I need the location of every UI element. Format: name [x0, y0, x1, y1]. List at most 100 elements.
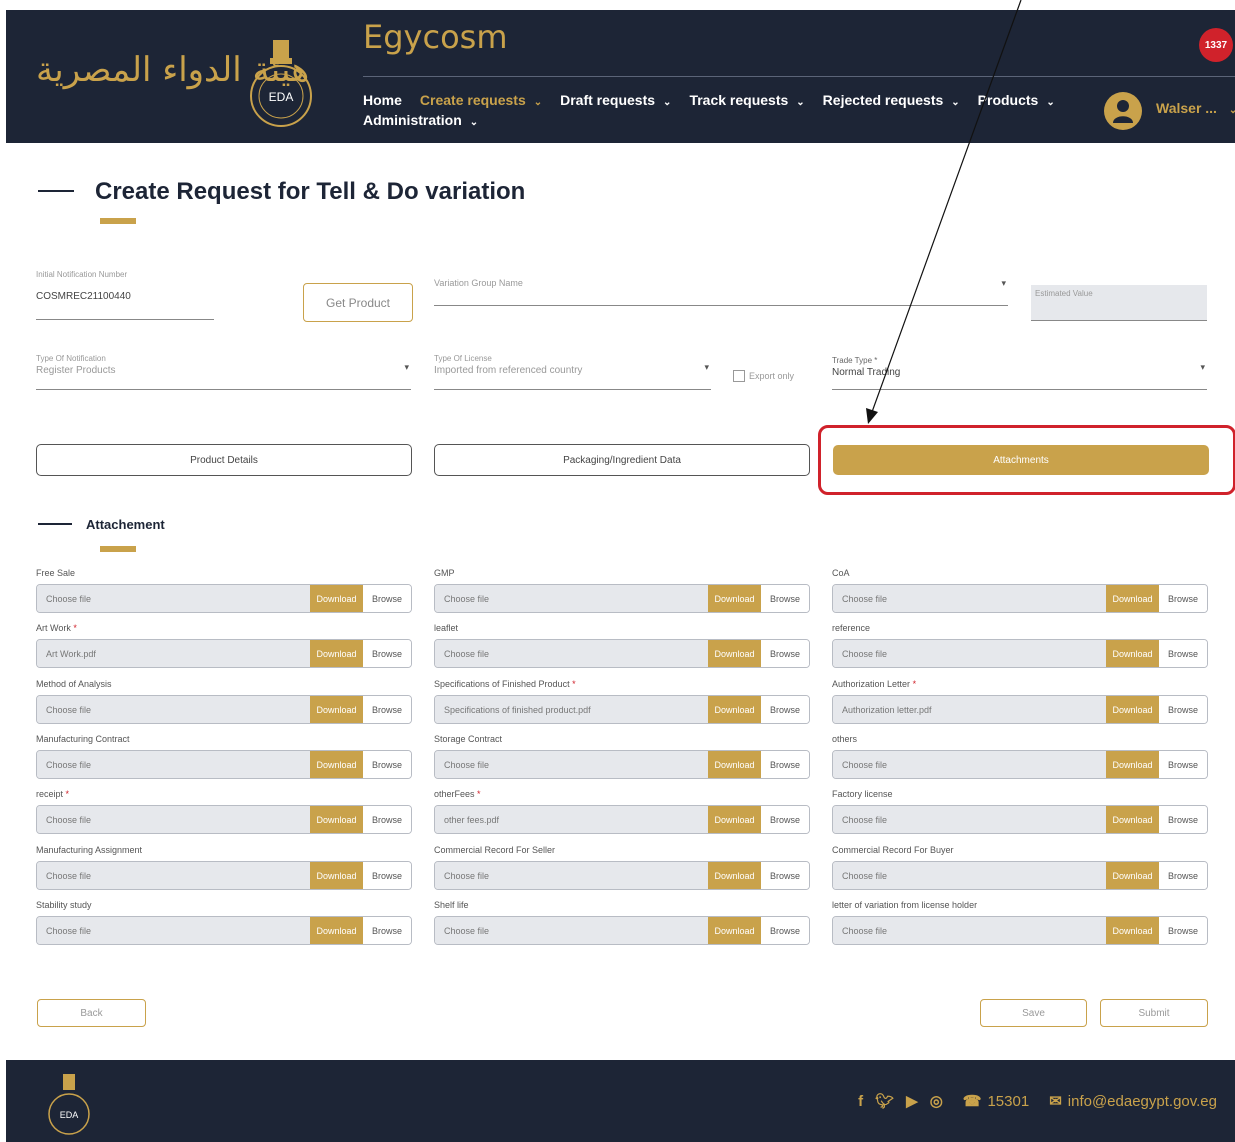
file-name-input[interactable]: Art Work.pdf [37, 640, 310, 667]
browse-button[interactable]: Browse [1159, 696, 1207, 723]
required-marker: * [912, 679, 917, 689]
download-button[interactable]: Download [310, 585, 363, 612]
download-button[interactable]: Download [1106, 862, 1159, 889]
download-button[interactable]: Download [708, 696, 761, 723]
download-button[interactable]: Download [1106, 696, 1159, 723]
instagram-icon[interactable]: ◎ [930, 1092, 943, 1110]
download-button[interactable]: Download [1106, 585, 1159, 612]
file-name-input[interactable]: Choose file [37, 862, 310, 889]
file-input-row: Choose file Download Browse [36, 861, 412, 890]
attachment-field: leaflet Choose file Download Browse [434, 623, 810, 668]
attachment-label-text: Free Sale [36, 568, 76, 578]
download-button[interactable]: Download [310, 806, 363, 833]
browse-button[interactable]: Browse [1159, 862, 1207, 889]
file-name-input[interactable]: Choose file [37, 696, 310, 723]
required-marker: * [477, 789, 481, 799]
back-button[interactable]: Back [37, 999, 146, 1027]
required-marker: * [572, 679, 576, 689]
file-name-input[interactable]: Choose file [37, 917, 310, 944]
download-button[interactable]: Download [310, 862, 363, 889]
browse-button[interactable]: Browse [363, 862, 411, 889]
download-button[interactable]: Download [708, 862, 761, 889]
attachment-label-text: letter of variation from license holder [832, 900, 978, 910]
facebook-icon[interactable]: f [858, 1093, 863, 1110]
section-underline [100, 546, 136, 552]
file-name-input[interactable]: Specifications of finished product.pdf [435, 696, 708, 723]
attachment-label: reference [832, 623, 1208, 637]
download-button[interactable]: Download [708, 806, 761, 833]
browse-button[interactable]: Browse [761, 806, 809, 833]
browse-button[interactable]: Browse [1159, 640, 1207, 667]
download-button[interactable]: Download [708, 917, 761, 944]
required-marker: * [73, 623, 77, 633]
attachment-label-text: Art Work [36, 623, 71, 633]
file-name-input[interactable]: Choose file [833, 806, 1106, 833]
download-button[interactable]: Download [310, 751, 363, 778]
browse-button[interactable]: Browse [1159, 585, 1207, 612]
file-name-input[interactable]: Choose file [435, 585, 708, 612]
submit-button[interactable]: Submit [1100, 999, 1208, 1027]
browse-button[interactable]: Browse [1159, 751, 1207, 778]
attachment-label-text: Commercial Record For Seller [434, 845, 556, 855]
save-button[interactable]: Save [980, 999, 1087, 1027]
section-title: Attachement [86, 517, 165, 532]
footer-email[interactable]: info@edaegypt.gov.eg [1068, 1093, 1217, 1110]
attachment-label: Factory license [832, 789, 1208, 803]
browse-button[interactable]: Browse [761, 585, 809, 612]
download-button[interactable]: Download [708, 585, 761, 612]
file-input-row: Choose file Download Browse [434, 861, 810, 890]
attachment-field: CoA Choose file Download Browse [832, 568, 1208, 613]
file-name-input[interactable]: Choose file [833, 640, 1106, 667]
file-input-row: Choose file Download Browse [434, 584, 810, 613]
download-button[interactable]: Download [708, 751, 761, 778]
file-name-input[interactable]: Choose file [435, 751, 708, 778]
attachment-label: Method of Analysis [36, 679, 412, 693]
browse-button[interactable]: Browse [363, 917, 411, 944]
file-name-input[interactable]: Choose file [435, 862, 708, 889]
browse-button[interactable]: Browse [363, 585, 411, 612]
download-button[interactable]: Download [1106, 640, 1159, 667]
file-name-input[interactable]: Choose file [37, 585, 310, 612]
file-name-input[interactable]: Authorization letter.pdf [833, 696, 1106, 723]
browse-button[interactable]: Browse [363, 751, 411, 778]
file-input-row: Choose file Download Browse [832, 750, 1208, 779]
file-input-row: Choose file Download Browse [36, 584, 412, 613]
browse-button[interactable]: Browse [761, 696, 809, 723]
phone-icon: ☎ [962, 1093, 982, 1110]
file-name-input[interactable]: other fees.pdf [435, 806, 708, 833]
attachment-field: receipt * Choose file Download Browse [36, 789, 412, 834]
attachment-label: Manufacturing Assignment [36, 845, 412, 859]
download-button[interactable]: Download [1106, 806, 1159, 833]
browse-button[interactable]: Browse [761, 917, 809, 944]
download-button[interactable]: Download [1106, 917, 1159, 944]
file-name-input[interactable]: Choose file [833, 585, 1106, 612]
email-icon: ✉ [1049, 1093, 1062, 1110]
file-name-input[interactable]: Choose file [435, 917, 708, 944]
download-button[interactable]: Download [310, 696, 363, 723]
file-name-input[interactable]: Choose file [833, 917, 1106, 944]
browse-button[interactable]: Browse [1159, 806, 1207, 833]
file-name-input[interactable]: Choose file [833, 862, 1106, 889]
attachment-field: Storage Contract Choose file Download Brows… [434, 734, 810, 779]
download-button[interactable]: Download [310, 640, 363, 667]
browse-button[interactable]: Browse [363, 806, 411, 833]
twitter-icon[interactable]: 🐦︎ [875, 1092, 894, 1110]
browse-button[interactable]: Browse [1159, 917, 1207, 944]
attachment-label-text: Commercial Record For Buyer [832, 845, 954, 855]
browse-button[interactable]: Browse [363, 640, 411, 667]
youtube-icon[interactable]: ▶ [906, 1092, 918, 1110]
browse-button[interactable]: Browse [363, 696, 411, 723]
download-button[interactable]: Download [708, 640, 761, 667]
browse-button[interactable]: Browse [761, 640, 809, 667]
file-name-input[interactable]: Choose file [833, 751, 1106, 778]
attachment-field: Commercial Record For Buyer Choose file Do… [832, 845, 1208, 890]
attachment-label: Authorization Letter * [832, 679, 1208, 693]
download-button[interactable]: Download [310, 917, 363, 944]
download-button[interactable]: Download [1106, 751, 1159, 778]
browse-button[interactable]: Browse [761, 751, 809, 778]
attachment-field: Commercial Record For Seller Choose file D… [434, 845, 810, 890]
file-name-input[interactable]: Choose file [37, 806, 310, 833]
file-name-input[interactable]: Choose file [435, 640, 708, 667]
browse-button[interactable]: Browse [761, 862, 809, 889]
file-name-input[interactable]: Choose file [37, 751, 310, 778]
